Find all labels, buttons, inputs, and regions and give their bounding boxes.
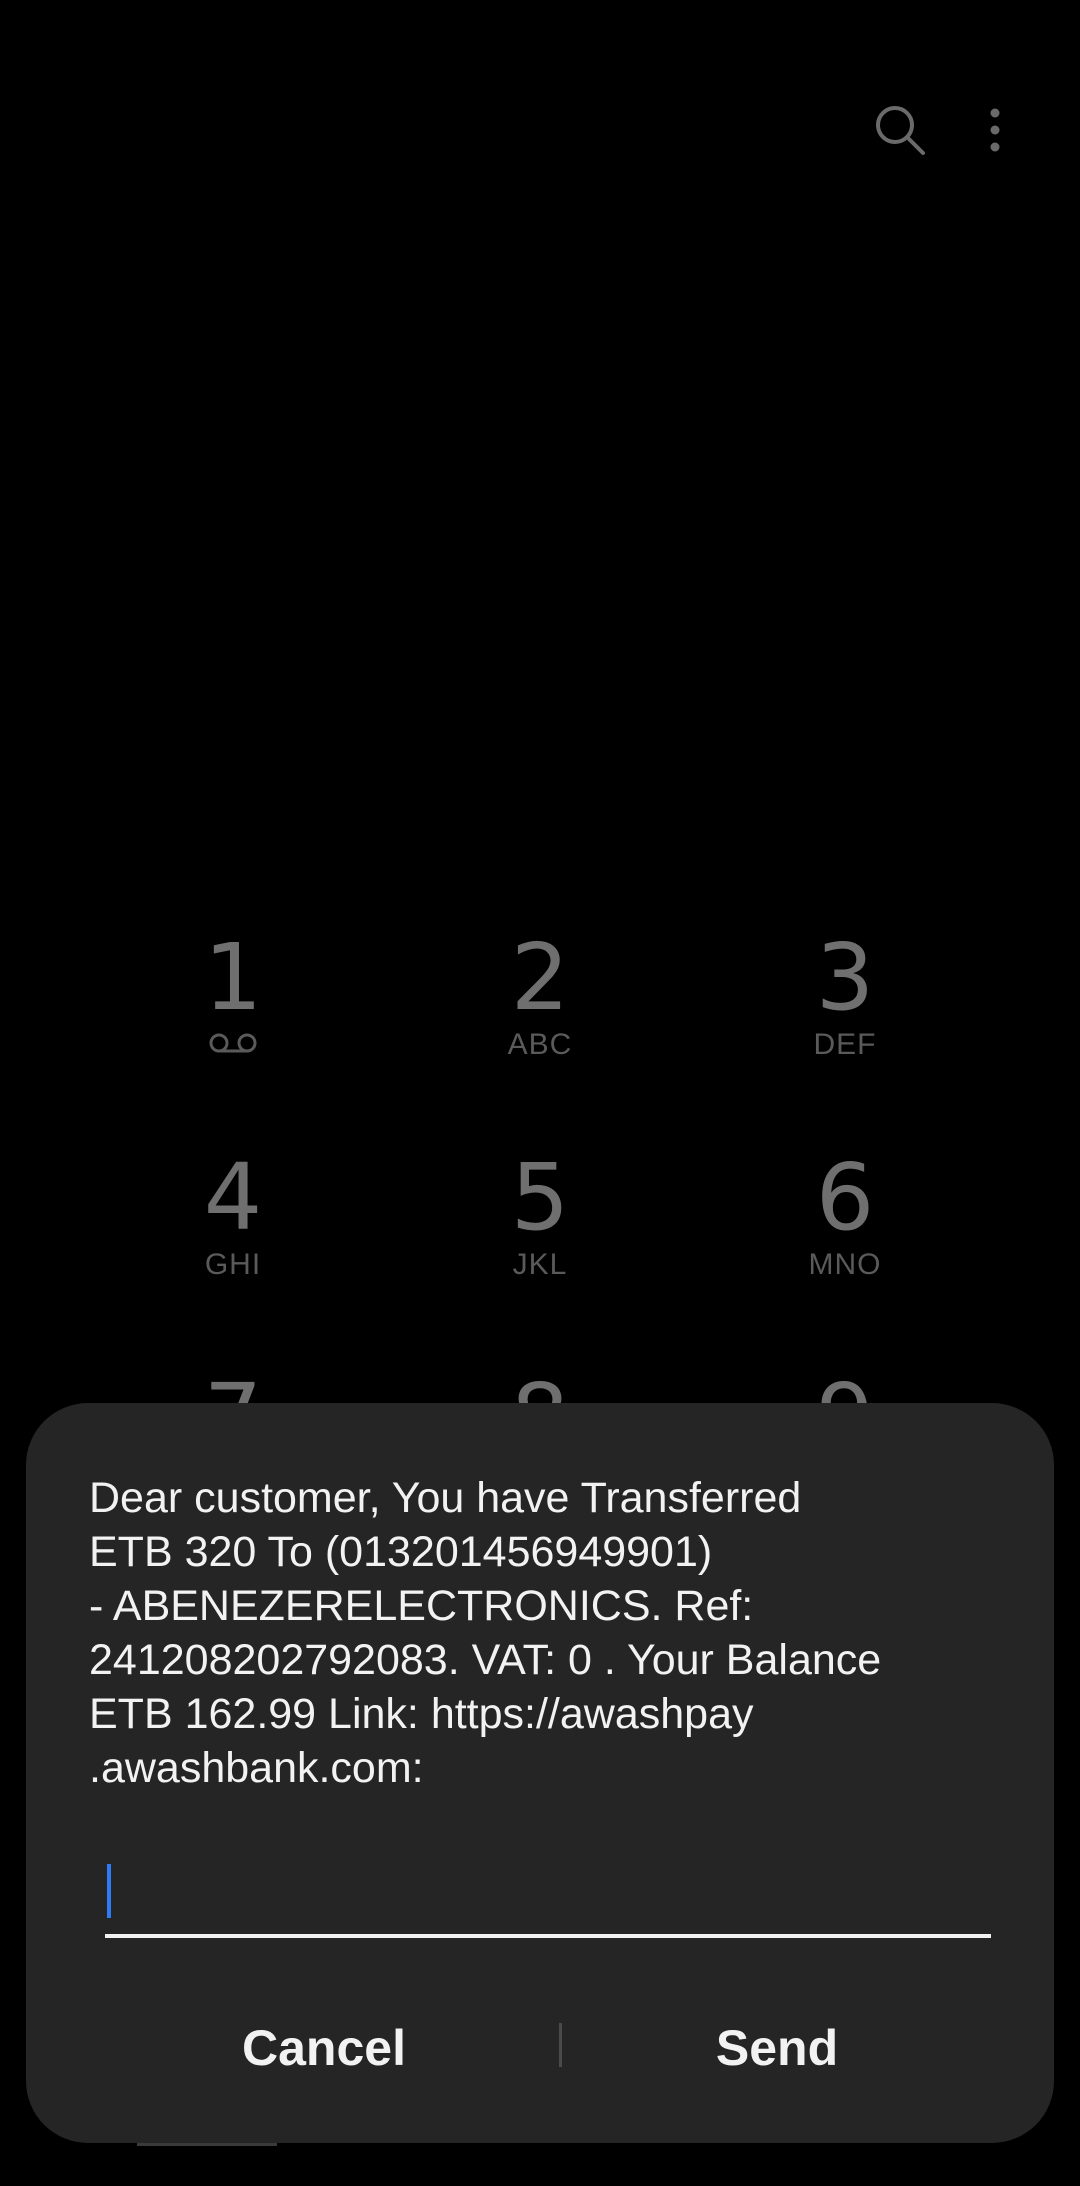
key-digit: 5 (510, 1144, 570, 1251)
text-caret (107, 1864, 111, 1918)
dialog-message: Dear customer, You have Transferred ETB … (89, 1474, 882, 1792)
voicemail-icon (209, 1033, 257, 1053)
key-5[interactable]: 5 JKL (410, 1148, 670, 1338)
key-letters: GHI (204, 1248, 262, 1281)
nav-bar-hint (137, 2143, 277, 2146)
dialer-screen: 1 2 ABC 3 DEF 4 GHI 5 JKL 6 MNO 7 (0, 0, 1080, 2186)
send-button[interactable]: Send (577, 2003, 977, 2093)
dialog-actions: Cancel Send (26, 2003, 1054, 2093)
key-digit: 3 (815, 924, 875, 1031)
cancel-button[interactable]: Cancel (124, 2003, 524, 2093)
button-divider (559, 2023, 562, 2067)
key-digit: 2 (510, 924, 570, 1031)
key-letters: ABC (507, 1028, 573, 1061)
key-digit: 1 (203, 924, 263, 1031)
key-6[interactable]: 6 MNO (715, 1148, 975, 1338)
key-digit: 4 (203, 1144, 263, 1251)
key-4[interactable]: 4 GHI (103, 1148, 363, 1338)
key-letters: DEF (813, 1028, 877, 1061)
key-digit: 6 (815, 1144, 875, 1251)
ussd-response-dialog: Dear customer, You have Transferred ETB … (26, 1403, 1054, 2143)
reply-input[interactable] (105, 1858, 991, 1938)
key-1[interactable]: 1 (103, 928, 363, 1118)
key-3[interactable]: 3 DEF (715, 928, 975, 1118)
key-letters: JKL (512, 1248, 568, 1281)
key-2[interactable]: 2 ABC (410, 928, 670, 1118)
key-letters: MNO (808, 1248, 882, 1281)
